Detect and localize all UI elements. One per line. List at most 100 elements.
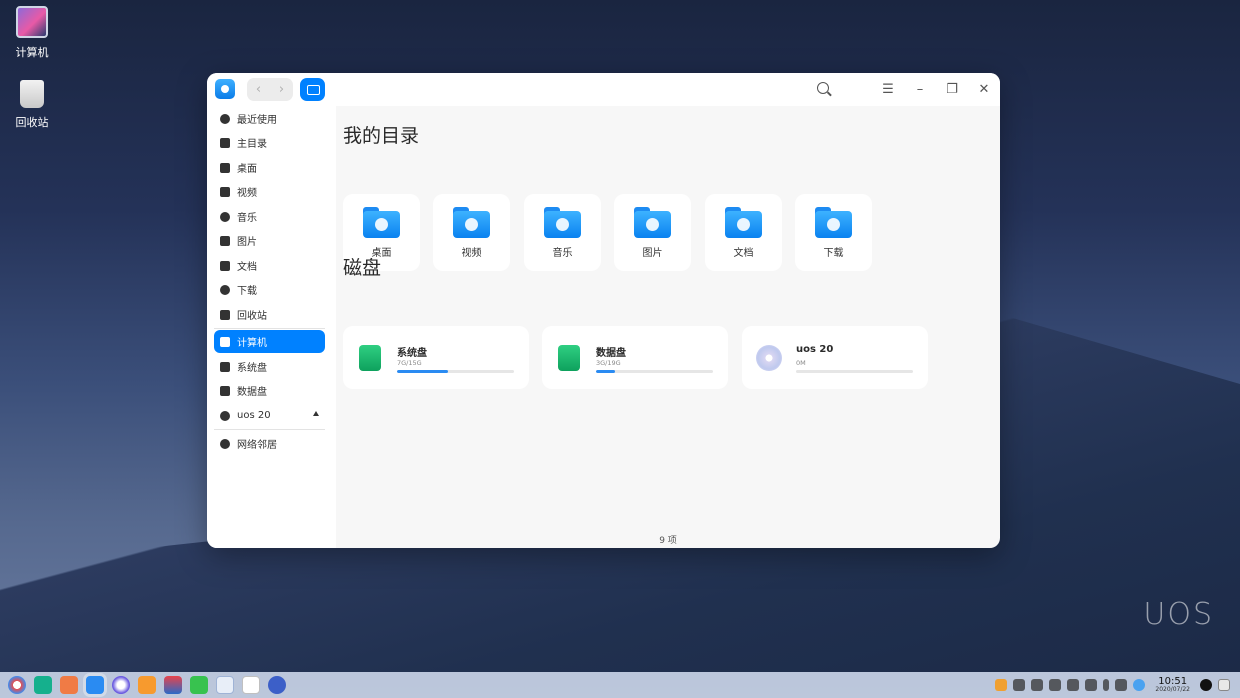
documents-folder-icon bbox=[725, 207, 762, 238]
file-manager-app-icon bbox=[215, 79, 235, 99]
sidebar-item-recent[interactable]: 最近使用 bbox=[214, 107, 325, 130]
file-manager-icon[interactable] bbox=[86, 676, 104, 694]
dir-card-music[interactable]: 音乐 bbox=[524, 194, 601, 271]
multitask-view-icon[interactable] bbox=[34, 676, 52, 694]
dir-card-documents[interactable]: 文档 bbox=[705, 194, 782, 271]
eject-icon[interactable] bbox=[313, 411, 319, 416]
uos-watermark: UOS bbox=[1143, 597, 1214, 632]
disk-size: 3G/19G bbox=[596, 359, 621, 367]
disk-card-uos-disc[interactable]: uos 20 0M bbox=[742, 326, 928, 389]
dir-card-video[interactable]: 视频 bbox=[433, 194, 510, 271]
dir-card-pictures[interactable]: 图片 bbox=[614, 194, 691, 271]
desktop-folder-icon bbox=[363, 207, 400, 238]
trash-icon bbox=[220, 309, 230, 320]
sidebar: 最近使用 主目录 桌面 视频 音乐 图片 文档 下载 回收站 计算机 系统盘 数… bbox=[207, 106, 336, 548]
sidebar-item-label: 视频 bbox=[237, 188, 257, 199]
computer-icon bbox=[220, 336, 230, 347]
browser-icon[interactable] bbox=[112, 676, 130, 694]
clock-icon bbox=[220, 113, 230, 124]
my-directories-title: 我的目录 bbox=[343, 125, 420, 147]
close-button[interactable]: ✕ bbox=[968, 82, 1000, 97]
sidebar-item-pictures[interactable]: 图片 bbox=[214, 229, 325, 252]
disk-icon bbox=[220, 385, 230, 396]
app-store-icon[interactable] bbox=[60, 676, 78, 694]
restore-button[interactable]: ❐ bbox=[936, 82, 968, 97]
menu-button[interactable]: ☰ bbox=[872, 82, 904, 97]
search-icon[interactable] bbox=[817, 82, 829, 94]
pen-icon[interactable] bbox=[1067, 679, 1080, 691]
sidebar-item-label: 数据盘 bbox=[237, 387, 267, 398]
clock-date: 2020/07/22 bbox=[1155, 686, 1190, 693]
chevron-right-icon[interactable] bbox=[1103, 679, 1110, 691]
sidebar-item-trash[interactable]: 回收站 bbox=[214, 303, 325, 326]
sidebar-item-system-disk[interactable]: 系统盘 bbox=[214, 355, 325, 378]
mail-icon[interactable] bbox=[138, 676, 156, 694]
usb-icon[interactable] bbox=[1031, 679, 1044, 691]
sidebar-item-label: 回收站 bbox=[237, 311, 267, 322]
sidebar-item-label: 最近使用 bbox=[237, 115, 277, 126]
disc-icon bbox=[220, 410, 230, 421]
minimize-button[interactable]: – bbox=[904, 82, 936, 97]
music-player-icon[interactable] bbox=[190, 676, 208, 694]
sidebar-item-label: 桌面 bbox=[237, 164, 257, 175]
sidebar-item-label: 计算机 bbox=[237, 338, 267, 349]
notification-app-icon[interactable] bbox=[995, 679, 1008, 691]
back-button[interactable]: ‹ bbox=[247, 78, 270, 101]
computer-view-button[interactable] bbox=[300, 78, 325, 101]
window-controls: ☰ – ❐ ✕ bbox=[872, 73, 1000, 106]
disk-name: uos 20 bbox=[796, 344, 834, 355]
disk-name: 数据盘 bbox=[596, 348, 626, 359]
item-count-status: 9 项 bbox=[659, 536, 677, 546]
main-content: 我的目录 桌面 视频 音乐 图片 文档 下载 磁盘 系统盘 7G/15G 数据盘… bbox=[336, 106, 1000, 548]
disk-usage-fill bbox=[397, 370, 449, 373]
sidebar-item-label: 下载 bbox=[237, 286, 257, 297]
sidebar-item-documents[interactable]: 文档 bbox=[214, 254, 325, 277]
dir-label: 下载 bbox=[823, 248, 844, 259]
pictures-folder-icon bbox=[634, 207, 671, 238]
sidebar-item-downloads[interactable]: 下载 bbox=[214, 278, 325, 301]
sidebar-item-data-disk[interactable]: 数据盘 bbox=[214, 379, 325, 402]
clock[interactable]: 10:51 2020/07/22 bbox=[1155, 677, 1190, 693]
sidebar-item-music[interactable]: 音乐 bbox=[214, 205, 325, 228]
sidebar-item-computer[interactable]: 计算机 bbox=[214, 330, 325, 353]
desktop-trash-icon[interactable]: 回收站 bbox=[0, 80, 64, 130]
keyboard-icon[interactable] bbox=[1013, 679, 1026, 691]
network-icon bbox=[220, 438, 230, 449]
dir-card-downloads[interactable]: 下载 bbox=[795, 194, 872, 271]
show-desktop-icon[interactable] bbox=[1115, 679, 1128, 691]
sidebar-item-desktop[interactable]: 桌面 bbox=[214, 156, 325, 179]
settings-icon[interactable] bbox=[268, 676, 286, 694]
file-manager-window: ‹ › ☰ – ❐ ✕ 最近使用 主目录 桌面 视频 音乐 图片 文档 下载 回… bbox=[207, 73, 1000, 548]
disk-card-data[interactable]: 数据盘 3G/19G bbox=[542, 326, 728, 389]
navigation-buttons: ‹ › bbox=[247, 78, 293, 101]
forward-button[interactable]: › bbox=[270, 78, 293, 101]
image-viewer-icon[interactable] bbox=[164, 676, 182, 694]
disk-name: 系统盘 bbox=[397, 348, 427, 359]
text-editor-icon[interactable] bbox=[216, 676, 234, 694]
titlebar: ‹ › ☰ – ❐ ✕ bbox=[207, 73, 1000, 106]
bell-icon[interactable] bbox=[1085, 679, 1098, 691]
music-folder-icon bbox=[544, 207, 581, 238]
power-icon[interactable] bbox=[1200, 679, 1212, 691]
volume-icon[interactable] bbox=[1049, 679, 1062, 691]
sidebar-item-network[interactable]: 网络邻居 bbox=[214, 432, 325, 455]
sidebar-item-uos-disc[interactable]: uos 20 bbox=[214, 404, 325, 427]
calendar-icon[interactable] bbox=[242, 676, 260, 694]
trash-icon bbox=[20, 80, 44, 108]
trash-icon[interactable] bbox=[1218, 679, 1230, 691]
sidebar-item-video[interactable]: 视频 bbox=[214, 180, 325, 203]
network-icon[interactable] bbox=[1133, 679, 1146, 691]
music-icon bbox=[220, 211, 230, 222]
disk-card-system[interactable]: 系统盘 7G/15G bbox=[343, 326, 529, 389]
picture-icon bbox=[220, 235, 230, 246]
desktop-computer-icon[interactable]: 计算机 bbox=[0, 6, 64, 60]
disk-usage-fill bbox=[596, 370, 615, 373]
data-disk-icon bbox=[558, 345, 580, 371]
sidebar-item-home[interactable]: 主目录 bbox=[214, 131, 325, 154]
launcher-icon[interactable] bbox=[8, 676, 26, 694]
dir-label: 文档 bbox=[733, 248, 754, 259]
sidebar-item-label: 图片 bbox=[237, 237, 257, 248]
desktop-icon-label: 回收站 bbox=[15, 116, 49, 129]
video-icon bbox=[220, 186, 230, 197]
taskbar: 10:51 2020/07/22 bbox=[0, 672, 1240, 698]
